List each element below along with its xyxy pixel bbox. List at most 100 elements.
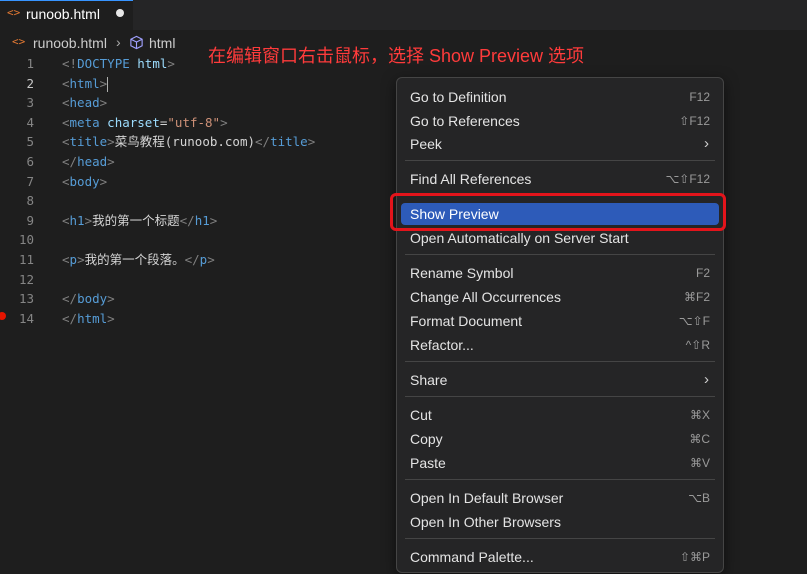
code-line[interactable]: 11 <p>我的第一个段落。</p> [0, 250, 400, 270]
keyboard-shortcut: ⌘F2 [683, 290, 710, 304]
keyboard-shortcut: ⇧⌘P [679, 550, 710, 564]
menu-item-label: Format Document [410, 313, 523, 329]
menu-separator [405, 361, 715, 362]
menu-item-change-all-occurrences[interactable]: Change All Occurrences ⌘F2 [401, 286, 719, 308]
code-line[interactable]: 9 <h1>我的第一个标题</h1> [0, 211, 400, 231]
menu-item-find-all-references[interactable]: Find All References ⌥⇧F12 [401, 168, 719, 190]
line-number: 13 [18, 291, 34, 307]
line-number: 7 [26, 173, 34, 189]
menu-item-paste[interactable]: Paste ⌘V [401, 452, 719, 474]
code-text: <meta charset="utf-8"> [62, 114, 228, 130]
menu-item-open-in-default-browser[interactable]: Open In Default Browser ⌥B [401, 487, 719, 509]
line-number: 8 [26, 193, 34, 209]
code-line[interactable]: 5 <title>菜鸟教程(runoob.com)</title> [0, 132, 400, 152]
menu-item-peek[interactable]: Peek › [401, 133, 719, 155]
chevron-right-icon: › [116, 34, 121, 50]
code-line[interactable]: 12 [0, 270, 400, 290]
line-number: 3 [26, 95, 34, 111]
menu-separator [405, 538, 715, 539]
keyboard-shortcut: ⌥⇧F12 [665, 172, 710, 186]
keyboard-shortcut: ⌘X [689, 408, 710, 422]
menu-item-label: Go to Definition [410, 89, 507, 105]
menu-item-format-document[interactable]: Format Document ⌥⇧F [401, 310, 719, 332]
tab-title: runoob.html [26, 6, 100, 22]
menu-item-rename-symbol[interactable]: Rename Symbol F2 [401, 262, 719, 284]
code-line[interactable]: 10 [0, 230, 400, 250]
menu-item-go-to-definition[interactable]: Go to Definition F12 [401, 86, 719, 108]
tab-bar: <> runoob.html [0, 0, 807, 30]
code-line[interactable]: 6 </head> [0, 152, 400, 172]
menu-item-label: Open Automatically on Server Start [410, 230, 629, 246]
menu-item-label: Refactor... [410, 337, 474, 353]
keyboard-shortcut: ⌥B [688, 491, 710, 505]
line-number: 9 [26, 212, 34, 228]
menu-separator [405, 396, 715, 397]
line-number: 4 [26, 114, 34, 130]
menu-separator [405, 254, 715, 255]
menu-item-cut[interactable]: Cut ⌘X [401, 404, 719, 426]
line-number: 1 [26, 56, 34, 71]
code-text: </body> [62, 291, 115, 307]
code-text: <p>我的第一个段落。</p> [62, 252, 215, 267]
tab-runoob-html[interactable]: <> runoob.html [0, 0, 133, 30]
code-line[interactable]: 1 <!DOCTYPE html> [0, 54, 400, 74]
breadcrumb-element[interactable]: html [149, 35, 175, 51]
line-number: 2 [26, 75, 34, 91]
chevron-right-icon: › [704, 135, 709, 152]
menu-item-label: Copy [410, 431, 443, 447]
line-number: 12 [18, 271, 34, 287]
menu-item-label: Cut [410, 407, 432, 423]
html-file-icon: <> [12, 35, 26, 48]
menu-item-copy[interactable]: Copy ⌘C [401, 428, 719, 450]
menu-item-command-palette[interactable]: Command Palette... ⇧⌘P [401, 546, 719, 568]
menu-item-label: Go to References [410, 113, 520, 129]
breadcrumb-file[interactable]: runoob.html [33, 35, 107, 51]
code-line[interactable]: 4 <meta charset="utf-8"> [0, 113, 400, 133]
code-text: <body> [62, 173, 108, 189]
code-text: <head> [62, 95, 108, 111]
keyboard-shortcut: ⇧F12 [679, 114, 710, 128]
keyboard-shortcut: ⌥⇧F [678, 314, 710, 328]
text-cursor [107, 76, 109, 92]
menu-item-label: Open In Default Browser [410, 490, 564, 506]
symbol-element-icon [130, 35, 143, 50]
code-text: <h1>我的第一个标题</h1> [62, 212, 218, 228]
line-number: 6 [26, 154, 34, 169]
code-text: <title>菜鸟教程(runoob.com)</title> [62, 134, 316, 150]
keyboard-shortcut: F2 [695, 266, 710, 280]
menu-item-label: Command Palette... [410, 549, 534, 565]
code-text: </html> [62, 310, 115, 326]
code-line[interactable]: 7 <body> [0, 172, 400, 192]
menu-item-label: Share [410, 372, 448, 388]
line-number: 5 [26, 134, 34, 150]
menu-separator [405, 160, 715, 161]
menu-item-share[interactable]: Share › [401, 369, 719, 391]
code-text: <html> [62, 75, 109, 92]
line-number: 11 [18, 252, 34, 267]
menu-item-open-in-other-browsers[interactable]: Open In Other Browsers [401, 511, 719, 533]
menu-item-label: Paste [410, 455, 446, 471]
code-line[interactable]: 8 [0, 191, 400, 211]
code-line[interactable]: 3 <head> [0, 93, 400, 113]
context-menu: Go to Definition F12 Go to References ⇧F12 P… [396, 77, 724, 573]
menu-item-label: Rename Symbol [410, 265, 514, 281]
menu-item-label: Find All References [410, 171, 532, 187]
menu-item-label: Change All Occurrences [410, 289, 561, 305]
menu-separator [405, 479, 715, 480]
code-line[interactable]: 13 </body> [0, 289, 400, 309]
menu-item-label: Open In Other Browsers [410, 514, 561, 530]
unsaved-dot-icon[interactable] [116, 9, 124, 17]
keyboard-shortcut: ⌘C [689, 432, 710, 446]
keyboard-shortcut: ⌘V [689, 456, 710, 470]
menu-item-label: Peek [410, 136, 442, 152]
code-line[interactable]: 14 </html> [0, 309, 400, 329]
menu-item-go-to-references[interactable]: Go to References ⇧F12 [401, 110, 719, 132]
line-number: 14 [18, 310, 34, 326]
code-line[interactable]: 2 <html> [0, 74, 400, 94]
line-number: 10 [18, 232, 34, 248]
code-text: <!DOCTYPE html> [62, 56, 175, 71]
menu-item-refactor[interactable]: Refactor... ^⇧R [401, 334, 719, 356]
code-text: </head> [62, 154, 115, 169]
chevron-right-icon: › [704, 371, 709, 388]
keyboard-shortcut: ^⇧R [685, 338, 710, 352]
